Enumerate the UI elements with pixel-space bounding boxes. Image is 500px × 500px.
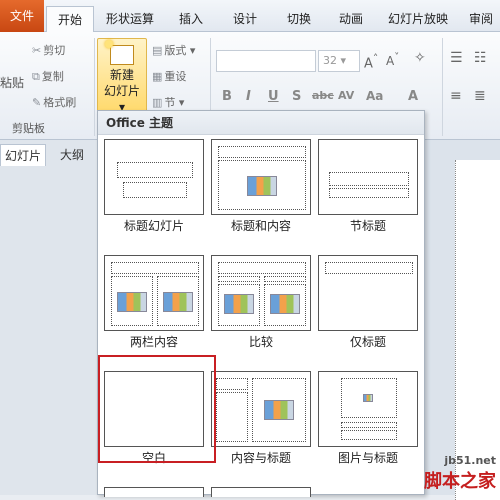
align-center-icon[interactable]: ≣ (474, 88, 486, 104)
picture-placeholder-icon (363, 394, 373, 402)
tab-slideshow[interactable]: 幻灯片放映 (380, 6, 456, 32)
layout-thumbnail (211, 139, 311, 215)
layout-gallery: Office 主题 标题幻灯片 标题和内容 节标题 两栏内容 比较 仅标题 空白… (97, 110, 425, 497)
clear-format-icon[interactable]: ✧ (414, 50, 426, 66)
bullets-icon[interactable]: ☰ (450, 50, 463, 66)
new-slide-icon (105, 40, 134, 65)
layout-thumbnail-partial[interactable] (211, 487, 311, 497)
layout-thumbnail (318, 139, 418, 215)
italic-button[interactable]: I (246, 89, 251, 104)
group-divider (94, 38, 95, 136)
paste-button[interactable]: 粘贴 (0, 74, 24, 91)
tab-outline[interactable]: 大纲 (56, 144, 88, 166)
section-label: 节 (164, 96, 176, 109)
content-placeholder-icon (247, 176, 277, 196)
layout-thumbnail (104, 255, 204, 331)
format-painter-button[interactable]: ✎ 格式刷 (32, 94, 76, 110)
grow-font-button[interactable]: A˄ (364, 52, 378, 71)
watermark-name: 脚本之家 (424, 471, 496, 492)
bold-button[interactable]: B (222, 89, 232, 104)
content-placeholder-icon (224, 294, 254, 314)
group-divider (442, 38, 443, 136)
layout-thumbnail (104, 139, 204, 215)
content-placeholder-icon (270, 294, 300, 314)
layout-thumbnail (211, 255, 311, 331)
layout-name: 标题幻灯片 (123, 219, 184, 233)
tab-design[interactable]: 设计 (222, 6, 268, 32)
tab-shape-ops[interactable]: 形状运算 (98, 6, 162, 32)
content-placeholder-icon (264, 400, 294, 420)
layout-button[interactable]: ▤ 版式 ▾ (152, 42, 195, 58)
char-spacing-button[interactable]: AV (338, 89, 354, 102)
selected-layout-highlight (98, 355, 216, 463)
slide-canvas (425, 140, 500, 500)
copy-icon: ⧉ (32, 70, 40, 83)
layout-thumbnail (318, 255, 418, 331)
numbering-icon[interactable]: ☷ (474, 50, 487, 66)
layout-name: 标题和内容 (230, 219, 291, 233)
content-placeholder-icon (163, 292, 193, 312)
content-placeholder-icon (117, 292, 147, 312)
layout-thumbnail-partial[interactable] (104, 487, 204, 497)
cut-label: 剪切 (43, 44, 66, 57)
tab-slides[interactable]: 幻灯片 (0, 144, 47, 166)
new-slide-button[interactable]: 新建 幻灯片 ▾ (97, 38, 147, 114)
slide-page[interactable] (455, 160, 500, 500)
layout-thumbnail (318, 371, 418, 447)
layout-icon: ▤ (152, 44, 163, 57)
format-painter-label: 格式刷 (43, 96, 77, 109)
reset-icon: ▦ (152, 70, 163, 83)
scissors-icon: ✂ (32, 44, 42, 57)
layout-name: 两栏内容 (129, 335, 178, 349)
gallery-header: Office 主题 (98, 111, 424, 135)
font-color-button[interactable]: A (408, 89, 418, 104)
strikethrough-button[interactable]: abc (312, 89, 334, 102)
ribbon-tab-bar: 文件 开始 形状运算 插入 设计 切换 动画 幻灯片放映 审阅 (0, 0, 500, 32)
tab-file[interactable]: 文件 (0, 0, 44, 32)
new-slide-label-1: 新建 (109, 68, 134, 82)
font-size-value: 32 (323, 54, 337, 67)
layout-name: 比较 (248, 335, 273, 349)
layout-name: 节标题 (349, 219, 386, 233)
layout-label: 版式 (164, 44, 187, 57)
shrink-font-button[interactable]: A˅ (386, 52, 399, 68)
section-icon: ▥ (152, 96, 163, 109)
layout-name: 图片与标题 (337, 451, 398, 465)
reset-label: 重设 (164, 70, 187, 83)
watermark-url: jb51.net (444, 454, 496, 467)
underline-button[interactable]: U (268, 89, 279, 104)
watermark: jb51.net 脚本之家 (424, 454, 496, 493)
tab-home[interactable]: 开始 (46, 6, 94, 32)
change-case-button[interactable]: Aa (366, 89, 383, 103)
tab-transitions[interactable]: 切换 (276, 6, 322, 32)
brush-icon: ✎ (32, 96, 42, 109)
shadow-button[interactable]: S (292, 89, 301, 104)
copy-button[interactable]: ⧉ 复制 (32, 68, 64, 84)
layout-name: 仅标题 (349, 335, 386, 349)
clipboard-group-label: 剪贴板 (12, 122, 45, 135)
tab-animations[interactable]: 动画 (328, 6, 374, 32)
font-family-select[interactable] (216, 50, 316, 72)
tab-review[interactable]: 审阅 (462, 6, 500, 32)
section-button[interactable]: ▥ 节 ▾ (152, 94, 184, 110)
font-size-select[interactable]: 32 ▾ (318, 50, 360, 72)
layout-name: 内容与标题 (230, 451, 291, 465)
layout-thumbnail (211, 371, 311, 447)
copy-label: 复制 (41, 70, 64, 83)
slides-panel: 幻灯片 大纲 (0, 140, 100, 495)
reset-button[interactable]: ▦ 重设 (152, 68, 186, 84)
cut-button[interactable]: ✂ 剪切 (32, 42, 65, 58)
tab-insert[interactable]: 插入 (168, 6, 214, 32)
align-left-icon[interactable]: ≡ (450, 88, 462, 104)
